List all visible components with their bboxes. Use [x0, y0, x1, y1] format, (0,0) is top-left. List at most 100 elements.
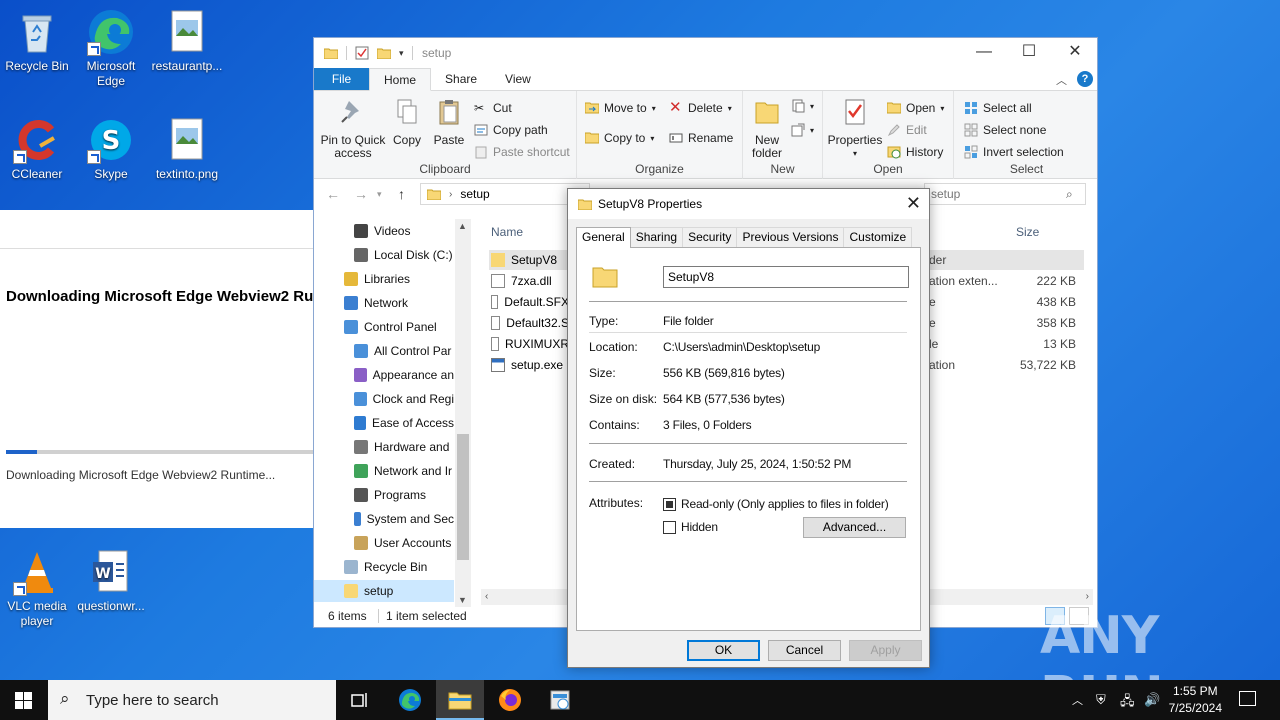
paste-shortcut-button[interactable]: Paste shortcut — [474, 145, 570, 159]
properties-button[interactable]: Properties ▾ — [827, 97, 883, 160]
move-to-button[interactable]: Move to ▾ — [585, 101, 656, 115]
nav-item[interactable]: Network and Ir — [314, 460, 454, 482]
qat-dropdown-icon[interactable]: ▾ — [399, 48, 404, 59]
scroll-left-icon[interactable]: ‹ — [485, 591, 488, 602]
tab-general[interactable]: General — [576, 227, 631, 248]
nav-item[interactable]: Network — [314, 292, 454, 314]
nav-item[interactable]: Control Panel — [314, 316, 454, 338]
ok-button[interactable]: OK — [687, 640, 760, 661]
scroll-right-icon[interactable]: › — [1086, 591, 1089, 602]
nav-item[interactable]: Appearance an — [314, 364, 454, 386]
folder-name-field[interactable]: SetupV8 — [663, 266, 909, 288]
paste-button[interactable]: Paste — [430, 97, 468, 147]
network-icon[interactable]: 🖧 — [1120, 692, 1135, 714]
move-to-icon — [585, 102, 599, 114]
search-input[interactable]: setup — [924, 183, 1086, 205]
nav-item[interactable]: System and Sec — [314, 508, 454, 530]
nav-scrollbar[interactable]: ▲ ▼ — [455, 219, 471, 607]
desktop-icon-word-doc[interactable]: W questionwr... — [74, 548, 148, 614]
readonly-checkbox[interactable] — [663, 498, 676, 511]
edit-button[interactable]: Edit — [887, 123, 927, 137]
address-box[interactable]: › setup — [420, 183, 590, 205]
close-icon[interactable]: ✕ — [1052, 38, 1098, 66]
tab-security[interactable]: Security — [682, 227, 738, 247]
back-arrow-icon[interactable]: ← — [326, 186, 340, 202]
tab-customize[interactable]: Customize — [843, 227, 913, 247]
nav-item-label: User Accounts — [374, 536, 452, 550]
nav-item[interactable]: User Accounts — [314, 532, 454, 554]
properties-qat-icon[interactable] — [355, 46, 369, 60]
scroll-up-icon[interactable]: ▲ — [458, 221, 467, 231]
tab-file[interactable]: File — [314, 68, 369, 90]
copy-path-button[interactable]: Copy path — [474, 123, 548, 137]
history-button[interactable]: History — [887, 145, 943, 159]
scroll-down-icon[interactable]: ▼ — [458, 595, 467, 605]
new-folder-button[interactable]: New folder — [747, 97, 787, 160]
nav-item[interactable]: Programs — [314, 484, 454, 506]
nav-item[interactable]: Recycle Bin — [314, 556, 454, 578]
scroll-thumb[interactable] — [457, 434, 469, 560]
nav-item[interactable]: All Control Par — [314, 340, 454, 362]
desktop-icon-restaurant[interactable]: restaurantp... — [150, 8, 224, 74]
defender-icon[interactable]: ⛨ — [1096, 692, 1106, 708]
hidden-checkbox[interactable] — [663, 521, 676, 534]
nav-item[interactable]: Hardware and — [314, 436, 454, 458]
maximize-icon[interactable]: ☐ — [1006, 38, 1052, 66]
nav-item[interactable]: Videos — [314, 220, 454, 242]
desktop-icon-textinto[interactable]: textinto.png — [150, 116, 224, 182]
forward-arrow-icon[interactable]: → — [354, 186, 368, 202]
notifications-icon[interactable] — [1239, 691, 1256, 706]
nav-item[interactable]: Ease of Access — [314, 412, 454, 434]
taskbar-installer-app[interactable] — [536, 680, 584, 720]
taskbar-firefox[interactable] — [486, 680, 534, 720]
taskbar-edge[interactable] — [386, 680, 434, 720]
apply-button[interactable]: Apply — [849, 640, 922, 661]
invert-selection-button[interactable]: Invert selection — [964, 145, 1064, 159]
nav-item[interactable]: setup — [314, 580, 454, 602]
select-none-button[interactable]: Select none — [964, 123, 1046, 137]
tab-share[interactable]: Share — [431, 68, 491, 90]
copy-to-button[interactable]: Copy to ▾ — [585, 131, 654, 145]
desktop-icon-edge[interactable]: Microsoft Edge — [74, 8, 148, 89]
tab-home[interactable]: Home — [369, 68, 432, 91]
taskbar-search-box[interactable]: ⌕ Type here to search — [48, 680, 336, 720]
rename-button[interactable]: Rename — [669, 131, 733, 145]
minimize-icon[interactable]: — — [961, 38, 1007, 66]
advanced-button[interactable]: Advanced... — [803, 517, 906, 538]
desktop-icon-skype[interactable]: S Skype — [74, 116, 148, 182]
copy-button[interactable]: Copy — [388, 97, 426, 147]
up-arrow-icon[interactable]: ↑ — [398, 186, 405, 202]
breadcrumb-setup[interactable]: setup — [460, 187, 489, 201]
show-hidden-icons-icon[interactable]: ︿ — [1072, 692, 1083, 708]
taskbar-file-explorer[interactable] — [436, 680, 484, 720]
pin-quick-access-button[interactable]: Pin to Quick access — [318, 97, 388, 160]
recent-locations-icon[interactable]: ▾ — [377, 189, 382, 200]
new-folder-qat-icon[interactable] — [377, 47, 391, 59]
column-header-name[interactable]: Name — [491, 225, 523, 239]
open-button[interactable]: Open ▾ — [887, 101, 944, 115]
taskbar-clock[interactable]: 1:55 PM 7/25/2024 — [1169, 683, 1222, 717]
task-view-button[interactable] — [336, 680, 384, 720]
cut-button[interactable]: ✂ Cut — [474, 101, 512, 115]
desktop-icon-ccleaner[interactable]: CCleaner — [0, 116, 74, 182]
cancel-button[interactable]: Cancel — [768, 640, 841, 661]
select-all-button[interactable]: Select all — [964, 101, 1032, 115]
collapse-ribbon-icon[interactable]: ︿ — [1056, 72, 1067, 88]
help-icon[interactable]: ? — [1077, 71, 1093, 87]
volume-icon[interactable]: 🔊 — [1144, 692, 1160, 708]
close-icon[interactable]: ✕ — [906, 193, 921, 214]
tab-view[interactable]: View — [491, 68, 545, 90]
nav-item[interactable]: Local Disk (C:) — [314, 244, 454, 266]
start-button[interactable] — [0, 680, 48, 720]
desktop-icon-vlc[interactable]: VLC media player — [0, 548, 74, 629]
file-name-cell: Default.SFX — [489, 295, 569, 309]
tab-sharing[interactable]: Sharing — [629, 227, 684, 247]
nav-item[interactable]: Libraries — [314, 268, 454, 290]
column-header-size[interactable]: Size — [1016, 225, 1039, 239]
nav-item[interactable]: Clock and Regi — [314, 388, 454, 410]
tab-previous-versions[interactable]: Previous Versions — [736, 227, 845, 247]
easy-access-button[interactable]: ▾ — [791, 123, 814, 137]
new-item-button[interactable]: ▾ — [791, 99, 814, 113]
delete-button[interactable]: ✕ Delete ▾ — [669, 100, 732, 115]
desktop-icon-recycle-bin[interactable]: Recycle Bin — [0, 8, 74, 74]
